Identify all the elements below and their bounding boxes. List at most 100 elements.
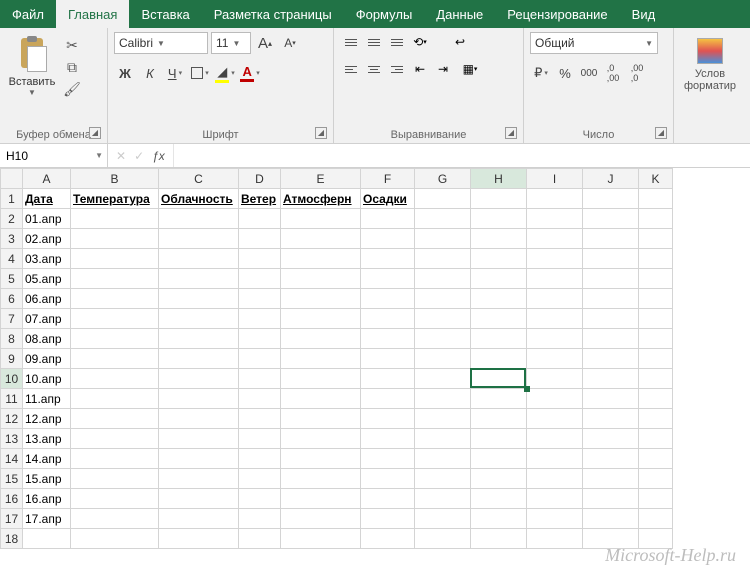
cell-J11[interactable] [583,389,639,409]
cell-B10[interactable] [71,369,159,389]
cell-G2[interactable] [415,209,471,229]
cell-K3[interactable] [639,229,673,249]
enter-formula-button[interactable]: ✓ [134,149,144,163]
cell-J15[interactable] [583,469,639,489]
cell-F12[interactable] [361,409,415,429]
cell-G17[interactable] [415,509,471,529]
cell-G4[interactable] [415,249,471,269]
cell-A14[interactable]: 14.апр [23,449,71,469]
cell-D8[interactable] [239,329,281,349]
cell-E15[interactable] [281,469,361,489]
cell-K8[interactable] [639,329,673,349]
orientation-button[interactable]: ⟲▾ [409,32,431,52]
select-all-corner[interactable] [1,169,23,189]
increase-decimal-button[interactable]: ,0,00 [602,62,624,84]
paste-button[interactable]: Вставить ▼ [6,32,58,97]
cell-K7[interactable] [639,309,673,329]
cell-G10[interactable] [415,369,471,389]
comma-style-button[interactable]: 000 [578,62,600,84]
cancel-formula-button[interactable]: ✕ [116,149,126,163]
cell-H8[interactable] [471,329,527,349]
cell-F8[interactable] [361,329,415,349]
cell-I2[interactable] [527,209,583,229]
cell-D13[interactable] [239,429,281,449]
cell-J12[interactable] [583,409,639,429]
cell-A5[interactable]: 05.апр [23,269,71,289]
cell-G12[interactable] [415,409,471,429]
cell-E3[interactable] [281,229,361,249]
cell-D5[interactable] [239,269,281,289]
row-header-5[interactable]: 5 [1,269,23,289]
cell-B2[interactable] [71,209,159,229]
cell-I7[interactable] [527,309,583,329]
cell-C4[interactable] [159,249,239,269]
font-name-combo[interactable]: Calibri▼ [114,32,208,54]
cell-H1[interactable] [471,189,527,209]
cell-F17[interactable] [361,509,415,529]
align-right-button[interactable] [386,59,408,79]
cell-G14[interactable] [415,449,471,469]
cell-F5[interactable] [361,269,415,289]
cell-C17[interactable] [159,509,239,529]
cell-I10[interactable] [527,369,583,389]
cell-A10[interactable]: 10.апр [23,369,71,389]
cell-F16[interactable] [361,489,415,509]
wrap-text-button[interactable]: ↩ [445,32,475,52]
cell-H14[interactable] [471,449,527,469]
cell-A11[interactable]: 11.апр [23,389,71,409]
cell-C13[interactable] [159,429,239,449]
cell-B8[interactable] [71,329,159,349]
cell-H11[interactable] [471,389,527,409]
cell-D14[interactable] [239,449,281,469]
cell-D16[interactable] [239,489,281,509]
cell-J16[interactable] [583,489,639,509]
cell-G9[interactable] [415,349,471,369]
cell-C12[interactable] [159,409,239,429]
cell-J5[interactable] [583,269,639,289]
cell-D11[interactable] [239,389,281,409]
cell-I18[interactable] [527,529,583,549]
col-header-K[interactable]: K [639,169,673,189]
cell-C15[interactable] [159,469,239,489]
cell-H3[interactable] [471,229,527,249]
cell-F7[interactable] [361,309,415,329]
cell-F18[interactable] [361,529,415,549]
align-bottom-button[interactable] [386,32,408,52]
cell-E11[interactable] [281,389,361,409]
cell-J2[interactable] [583,209,639,229]
cut-button[interactable]: ✂ [62,36,82,54]
align-center-button[interactable] [363,59,385,79]
cell-B4[interactable] [71,249,159,269]
percent-button[interactable]: % [554,62,576,84]
align-left-button[interactable] [340,59,362,79]
cell-F10[interactable] [361,369,415,389]
cell-A7[interactable]: 07.апр [23,309,71,329]
cell-E17[interactable] [281,509,361,529]
cell-B16[interactable] [71,489,159,509]
cell-B3[interactable] [71,229,159,249]
cell-I12[interactable] [527,409,583,429]
cell-C14[interactable] [159,449,239,469]
cell-E10[interactable] [281,369,361,389]
row-header-16[interactable]: 16 [1,489,23,509]
cell-A17[interactable]: 17.апр [23,509,71,529]
bold-button[interactable]: Ж [114,62,136,84]
col-header-D[interactable]: D [239,169,281,189]
cell-K14[interactable] [639,449,673,469]
cell-K16[interactable] [639,489,673,509]
cell-J9[interactable] [583,349,639,369]
cell-C7[interactable] [159,309,239,329]
row-header-12[interactable]: 12 [1,409,23,429]
cell-K4[interactable] [639,249,673,269]
cell-J8[interactable] [583,329,639,349]
cell-C2[interactable] [159,209,239,229]
cell-D7[interactable] [239,309,281,329]
cell-G18[interactable] [415,529,471,549]
cell-B1[interactable]: Температура [71,189,159,209]
cell-H18[interactable] [471,529,527,549]
cell-B7[interactable] [71,309,159,329]
row-header-11[interactable]: 11 [1,389,23,409]
cell-C6[interactable] [159,289,239,309]
cell-E4[interactable] [281,249,361,269]
cell-J17[interactable] [583,509,639,529]
